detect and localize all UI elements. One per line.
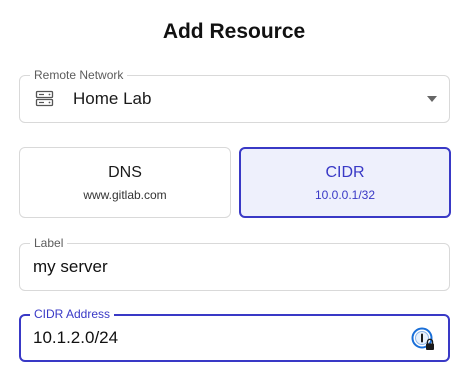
label-field: Label (19, 236, 450, 291)
dns-option-example: www.gitlab.com (83, 188, 167, 202)
remote-network-value: Home Lab (73, 89, 152, 108)
label-input[interactable] (33, 257, 403, 277)
cidr-address-label: CIDR Address (30, 307, 115, 321)
dns-option-title: DNS (108, 164, 142, 181)
cidr-option-button[interactable]: CIDR 10.0.0.1/32 (239, 147, 451, 218)
label-field-label: Label (30, 236, 68, 250)
password-manager-icon[interactable] (411, 327, 435, 351)
cidr-option-example: 10.0.0.1/32 (314, 188, 376, 202)
chevron-down-icon[interactable] (427, 96, 437, 102)
cidr-address-field: CIDR Address (19, 307, 450, 362)
server-icon (35, 89, 54, 108)
remote-network-select[interactable]: Remote Network Home Lab (19, 68, 450, 123)
dialog-title: Add Resource (162, 20, 306, 43)
dns-option-button[interactable]: DNS www.gitlab.com (19, 147, 231, 218)
remote-network-label: Remote Network (30, 68, 128, 82)
cidr-address-input[interactable] (33, 328, 403, 348)
cidr-option-title: CIDR (325, 164, 365, 181)
